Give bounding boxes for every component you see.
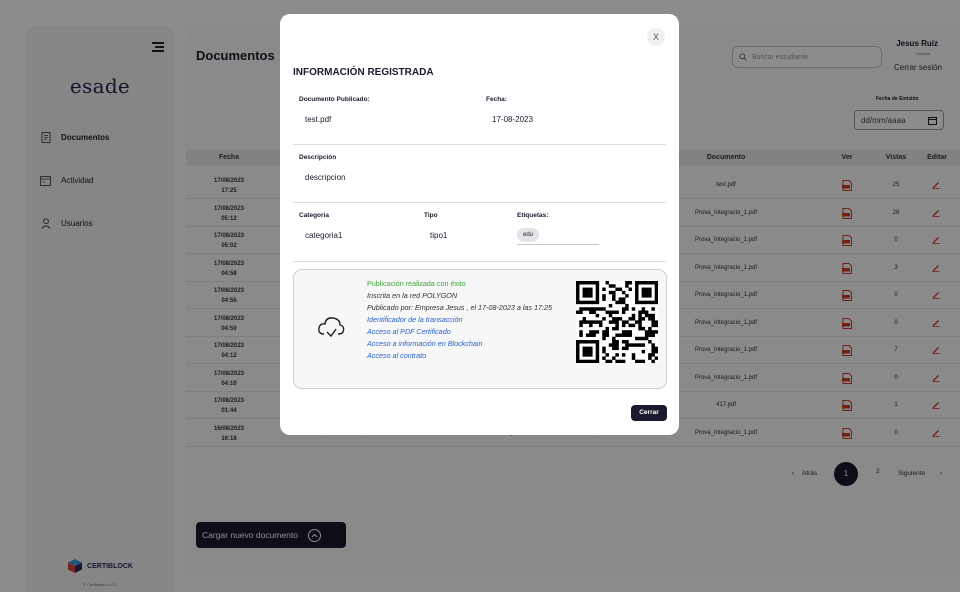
doc-published-label: Documento Publicado:: [299, 96, 370, 103]
category-label: Categoria: [299, 212, 329, 219]
date-value: 17-08-2023: [492, 115, 533, 124]
publication-details: Publicación realizada con éxito Inscrita…: [367, 278, 567, 362]
close-button[interactable]: Cerrar: [631, 405, 667, 421]
network-info: Inscrita en la red POLYGON: [367, 291, 458, 300]
certified-pdf-link[interactable]: Acceso al PDF Certificado: [367, 326, 567, 338]
contract-link[interactable]: Acceso al contrato: [367, 350, 567, 362]
doc-published-value: test.pdf: [305, 115, 332, 124]
cloud-check-icon: [318, 317, 345, 338]
date-label: Fecha:: [486, 96, 507, 103]
divider: [293, 202, 666, 203]
tags-underline: [517, 244, 599, 245]
description-value: descripcion: [305, 173, 346, 182]
info-modal: X INFORMACIÓN REGISTRADA Documento Publi…: [280, 14, 679, 435]
tags-label: Etiquetas:: [517, 212, 549, 219]
divider: [293, 144, 666, 145]
transaction-id-link[interactable]: Identificador de la transacción: [367, 314, 567, 326]
description-label: Descripción: [299, 154, 337, 161]
tag-badge: edu: [517, 228, 540, 242]
qr-code: [576, 281, 658, 363]
modal-title: INFORMACIÓN REGISTRADA: [293, 67, 434, 78]
category-value: categoria1: [305, 231, 343, 240]
success-message: Publicación realizada con éxito: [367, 279, 466, 288]
publisher-info: Publicado por: Empresa Jesus , el 17-08-…: [367, 303, 552, 312]
type-label: Tipo: [424, 212, 438, 219]
type-value: tipo1: [430, 231, 448, 240]
blockchain-info-link[interactable]: Acceso a información en Blockchain: [367, 338, 567, 350]
divider: [293, 261, 666, 262]
close-modal-button[interactable]: X: [647, 28, 665, 46]
blockchain-info-box: Publicación realizada con éxito Inscrita…: [293, 269, 667, 389]
